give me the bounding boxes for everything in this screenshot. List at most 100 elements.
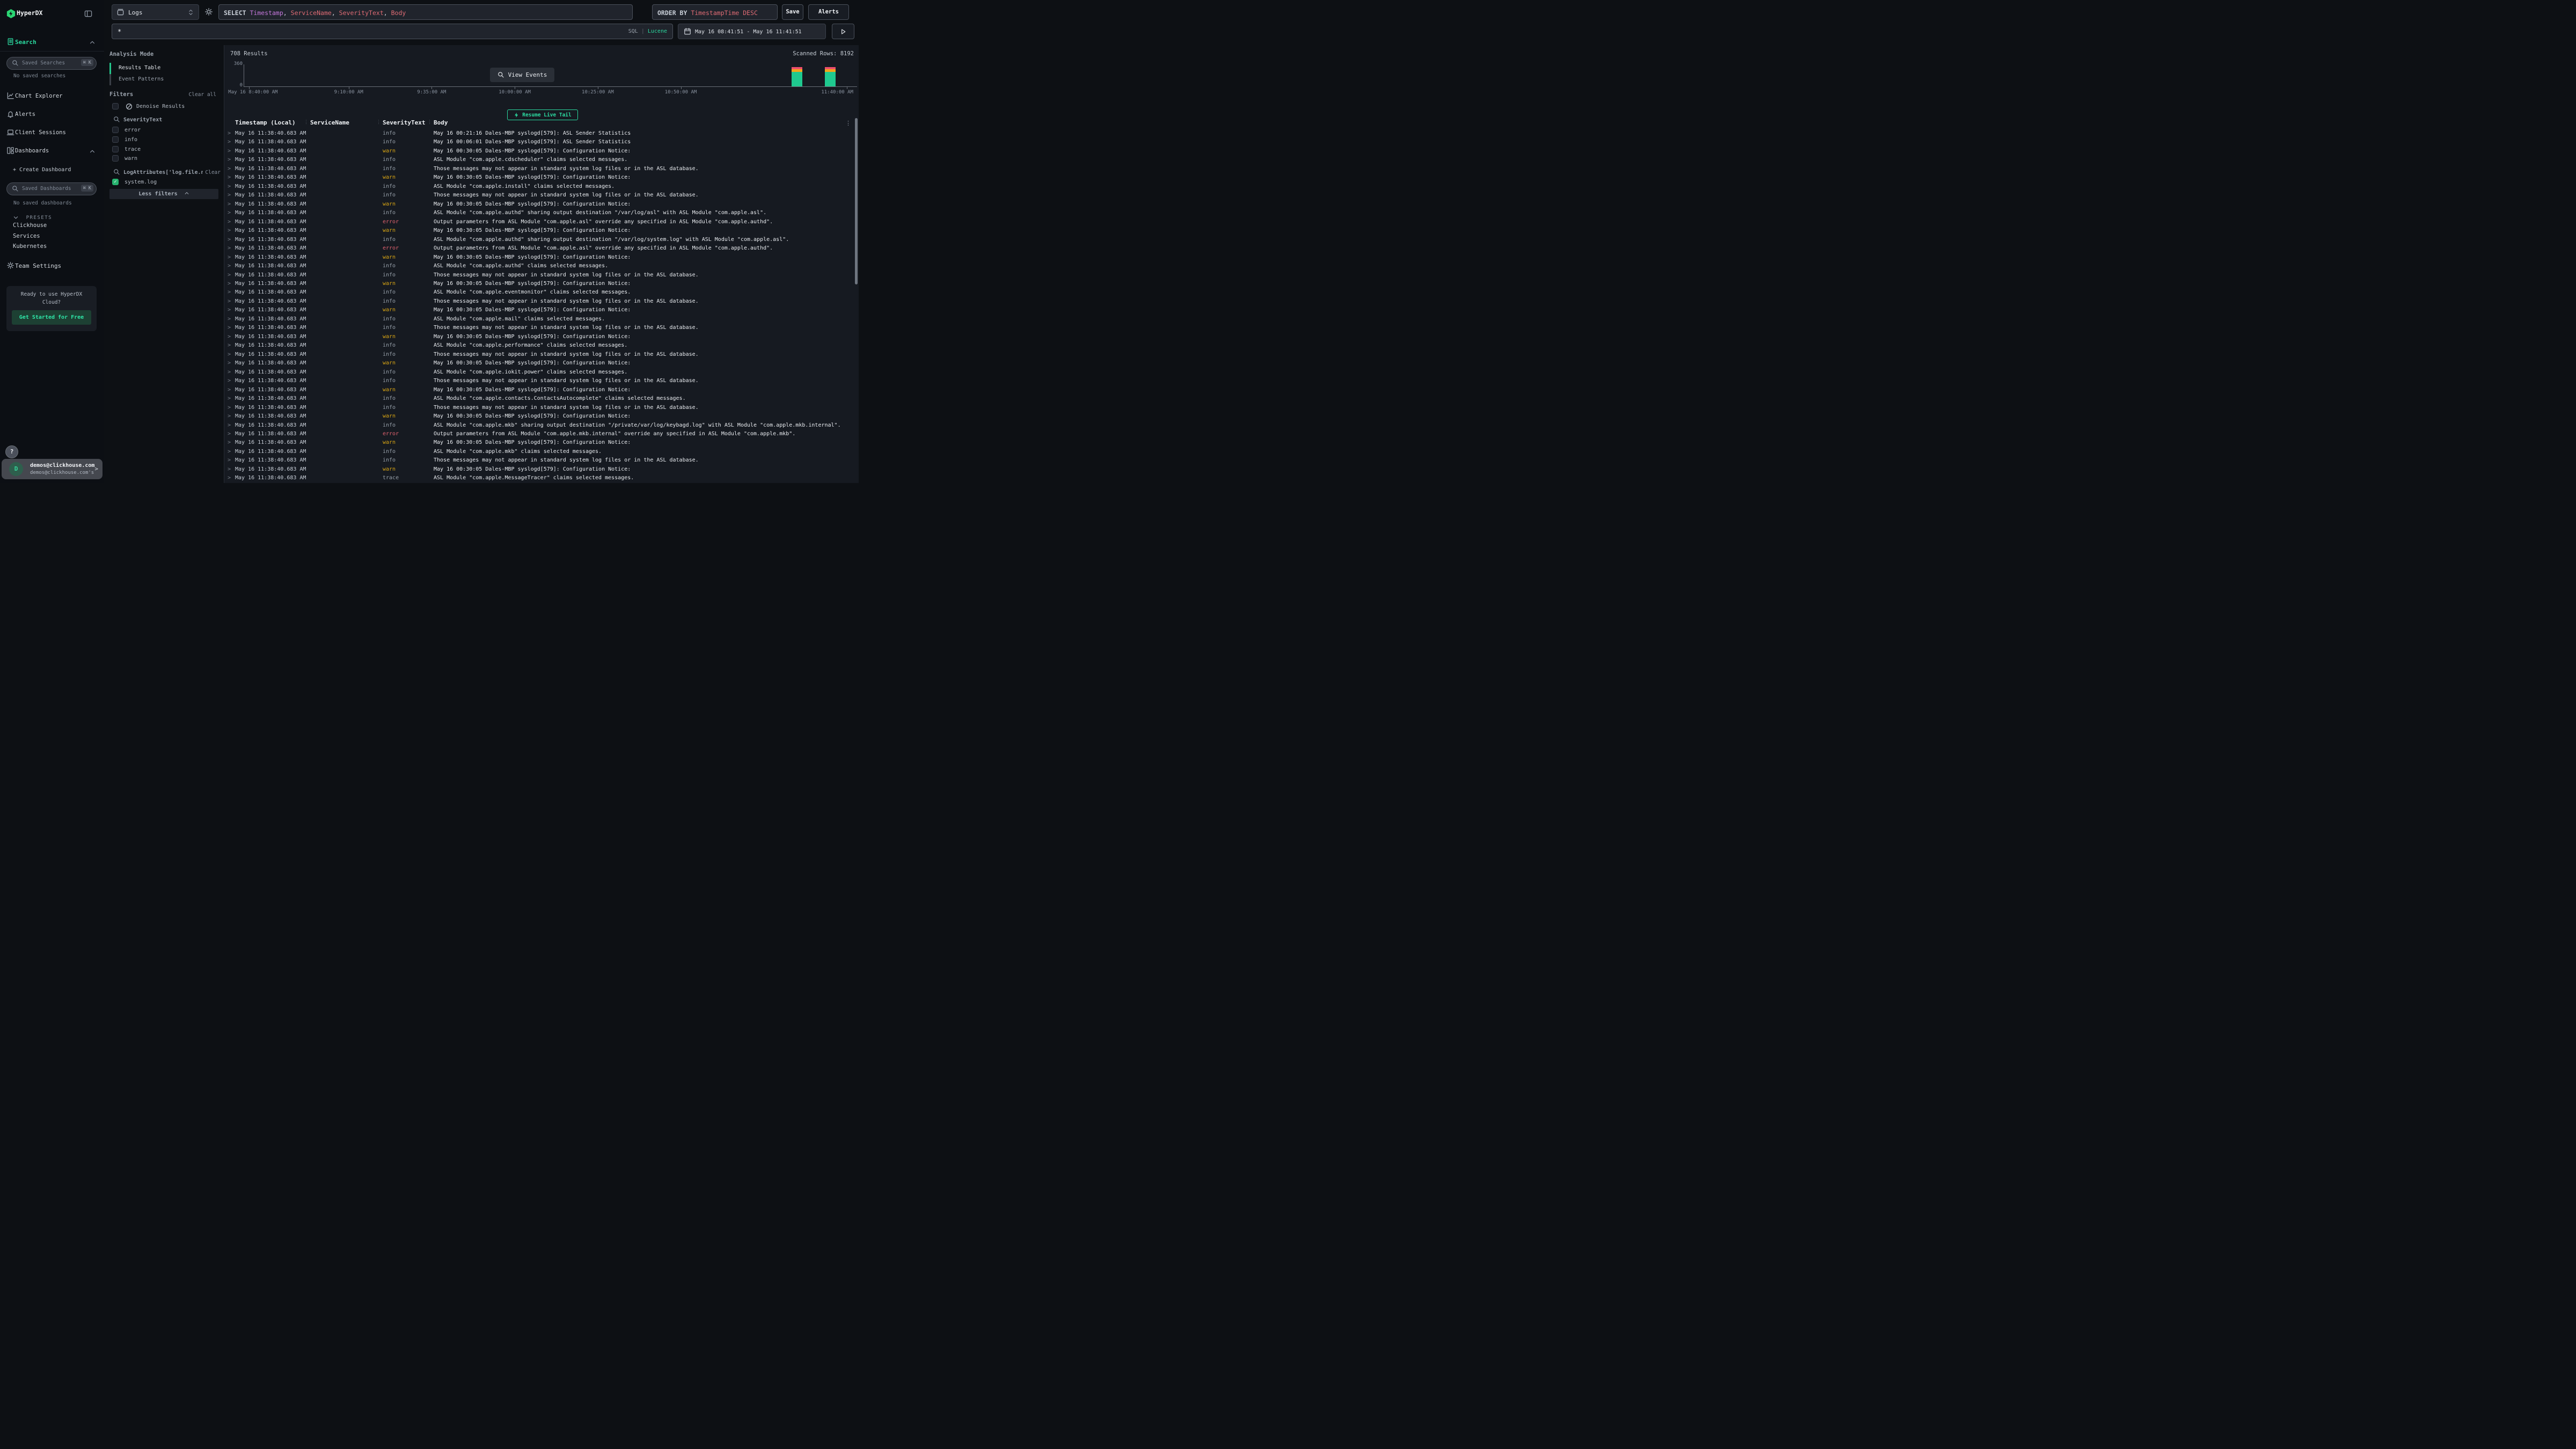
sidebar-collapse-icon[interactable]	[84, 10, 92, 18]
row-expand-icon[interactable]: >	[228, 396, 231, 401]
row-expand-icon[interactable]: >	[228, 201, 231, 207]
row-expand-icon[interactable]: >	[228, 157, 231, 163]
table-row[interactable]: >May 16 11:38:40.683 AMinfoASL Module "c…	[224, 421, 859, 430]
row-expand-icon[interactable]: >	[228, 174, 231, 180]
row-expand-icon[interactable]: >	[228, 369, 231, 375]
row-expand-icon[interactable]: >	[228, 387, 231, 393]
preset-services[interactable]: Services	[13, 233, 40, 239]
row-expand-icon[interactable]: >	[228, 184, 231, 189]
chevron-up-icon[interactable]	[89, 148, 96, 155]
table-row[interactable]: >May 16 11:38:40.683 AMinfoThose message…	[224, 404, 859, 412]
row-expand-icon[interactable]: >	[228, 289, 231, 295]
row-expand-icon[interactable]: >	[228, 457, 231, 463]
row-expand-icon[interactable]: >	[228, 316, 231, 322]
system-log-checkbox[interactable]: ✓	[112, 179, 119, 185]
sidebar-item-client-sessions[interactable]: Client Sessions	[0, 128, 104, 138]
table-row[interactable]: >May 16 11:38:40.683 AMwarnMay 16 00:30:…	[224, 359, 859, 368]
table-row[interactable]: >May 16 11:38:40.683 AMinfoASL Module "c…	[224, 156, 859, 164]
presets-section-toggle[interactable]: PRESETS	[13, 212, 52, 222]
table-row[interactable]: >May 16 11:38:40.683 AMerrorOutput param…	[224, 218, 859, 226]
sidebar-item-team-settings[interactable]: Team Settings	[0, 261, 104, 272]
row-expand-icon[interactable]: >	[228, 263, 231, 269]
table-row[interactable]: >May 16 11:38:40.683 AMwarnMay 16 00:30:…	[224, 226, 859, 235]
alerts-button[interactable]: Alerts	[808, 4, 849, 20]
row-expand-icon[interactable]: >	[228, 378, 231, 384]
search-query-input[interactable]: * SQL | Lucene	[112, 24, 673, 39]
row-expand-icon[interactable]: >	[228, 440, 231, 445]
row-expand-icon[interactable]: >	[228, 475, 231, 481]
row-expand-icon[interactable]: >	[228, 352, 231, 357]
preset-kubernetes[interactable]: Kubernetes	[13, 243, 47, 250]
run-query-button[interactable]	[832, 24, 854, 39]
row-expand-icon[interactable]: >	[228, 342, 231, 348]
severity-option-label[interactable]: error	[125, 127, 141, 133]
sidebar-item-alerts[interactable]: Alerts	[0, 109, 104, 120]
row-expand-icon[interactable]: >	[228, 210, 231, 216]
table-row[interactable]: >May 16 11:38:40.683 AMinfoASL Module "c…	[224, 368, 859, 377]
table-row[interactable]: >May 16 11:38:40.683 AMwarnMay 16 00:30:…	[224, 200, 859, 209]
lang-lucene-toggle[interactable]: Lucene	[648, 28, 667, 34]
row-expand-icon[interactable]: >	[228, 405, 231, 411]
row-expand-icon[interactable]: >	[228, 360, 231, 366]
clear-all-link[interactable]: Clear all	[189, 92, 216, 98]
help-button[interactable]: ?	[5, 445, 18, 458]
row-expand-icon[interactable]: >	[228, 422, 231, 428]
row-expand-icon[interactable]: >	[228, 307, 231, 313]
table-row[interactable]: >May 16 11:38:40.683 AMinfoThose message…	[224, 271, 859, 280]
row-expand-icon[interactable]: >	[228, 413, 231, 419]
table-row[interactable]: >May 16 11:38:40.683 AMerrorOutput param…	[224, 244, 859, 253]
severity-option-checkbox-trace[interactable]	[112, 146, 119, 152]
table-row[interactable]: >May 16 11:38:40.683 AMinfoMay 16 00:21:…	[224, 129, 859, 138]
table-row[interactable]: >May 16 11:38:40.683 AMinfoMay 16 00:06:…	[224, 138, 859, 147]
lang-sql-toggle[interactable]: SQL	[628, 28, 638, 34]
clear-link[interactable]: Clear	[205, 170, 221, 175]
table-row[interactable]: >May 16 11:38:40.683 AMwarnMay 16 00:30:…	[224, 173, 859, 182]
table-row[interactable]: >May 16 11:38:40.683 AMinfoThose message…	[224, 456, 859, 465]
table-row[interactable]: >May 16 11:38:40.683 AMwarnMay 16 00:30:…	[224, 386, 859, 394]
severity-option-checkbox-warn[interactable]	[112, 155, 119, 162]
table-row[interactable]: >May 16 11:38:40.683 AMinfoThose message…	[224, 191, 859, 200]
row-expand-icon[interactable]: >	[228, 228, 231, 233]
preset-clickhouse[interactable]: Clickhouse	[13, 222, 47, 229]
mode-event-patterns[interactable]: Event Patterns	[119, 76, 164, 82]
order-by-editor[interactable]: ORDER BY TimestampTime DESC	[652, 4, 778, 20]
table-row[interactable]: >May 16 11:38:40.683 AMinfoASL Module "c…	[224, 288, 859, 297]
sidebar-item-dashboards[interactable]: Dashboards	[0, 146, 104, 157]
row-expand-icon[interactable]: >	[228, 334, 231, 340]
row-expand-icon[interactable]: >	[228, 298, 231, 304]
table-row[interactable]: >May 16 11:38:40.683 AMinfoThose message…	[224, 297, 859, 306]
sidebar-item-chart-explorer[interactable]: Chart Explorer	[0, 91, 104, 102]
row-expand-icon[interactable]: >	[228, 219, 231, 225]
sql-select-editor[interactable]: SELECT Timestamp, ServiceName, SeverityT…	[218, 4, 633, 20]
row-expand-icon[interactable]: >	[228, 245, 231, 251]
row-expand-icon[interactable]: >	[228, 254, 231, 260]
severity-option-label[interactable]: info	[125, 137, 137, 143]
table-row[interactable]: >May 16 11:38:40.683 AMwarnMay 16 00:30:…	[224, 438, 859, 447]
row-expand-icon[interactable]: >	[228, 192, 231, 198]
table-row[interactable]: >May 16 11:38:40.683 AMinfoASL Module "c…	[224, 315, 859, 324]
row-expand-icon[interactable]: >	[228, 130, 231, 136]
table-row[interactable]: >May 16 11:38:40.683 AMwarnMay 16 00:30:…	[224, 333, 859, 341]
chevron-up-icon[interactable]	[89, 39, 96, 46]
row-expand-icon[interactable]: >	[228, 148, 231, 154]
source-settings-gear-icon[interactable]	[204, 8, 213, 16]
get-started-button[interactable]: Get Started for Free	[12, 310, 91, 325]
save-button[interactable]: Save	[782, 4, 803, 20]
row-expand-icon[interactable]: >	[228, 449, 231, 455]
mode-results-table[interactable]: Results Table	[119, 65, 160, 71]
row-expand-icon[interactable]: >	[228, 237, 231, 243]
row-expand-icon[interactable]: >	[228, 272, 231, 278]
table-row[interactable]: >May 16 11:38:40.683 AMtraceASL Module "…	[224, 474, 859, 482]
row-expand-icon[interactable]: >	[228, 166, 231, 172]
table-row[interactable]: >May 16 11:38:40.683 AMwarnMay 16 00:30:…	[224, 253, 859, 262]
row-expand-icon[interactable]: >	[228, 466, 231, 472]
table-row[interactable]: >May 16 11:38:40.683 AMinfoThose message…	[224, 165, 859, 173]
table-row[interactable]: >May 16 11:38:40.683 AMinfoASL Module "c…	[224, 209, 859, 217]
create-dashboard-button[interactable]: + Create Dashboard	[13, 167, 71, 173]
user-menu[interactable]: D demos@clickhouse.com demos@clickhouse.…	[2, 459, 103, 479]
row-expand-icon[interactable]: >	[228, 325, 231, 331]
table-row[interactable]: >May 16 11:38:40.683 AMinfoASL Module "c…	[224, 448, 859, 456]
table-row[interactable]: >May 16 11:38:40.683 AMwarnMay 16 00:30:…	[224, 280, 859, 288]
table-row[interactable]: >May 16 11:38:40.683 AMinfoThose message…	[224, 377, 859, 385]
table-row[interactable]: >May 16 11:38:40.683 AMinfoThose message…	[224, 324, 859, 332]
